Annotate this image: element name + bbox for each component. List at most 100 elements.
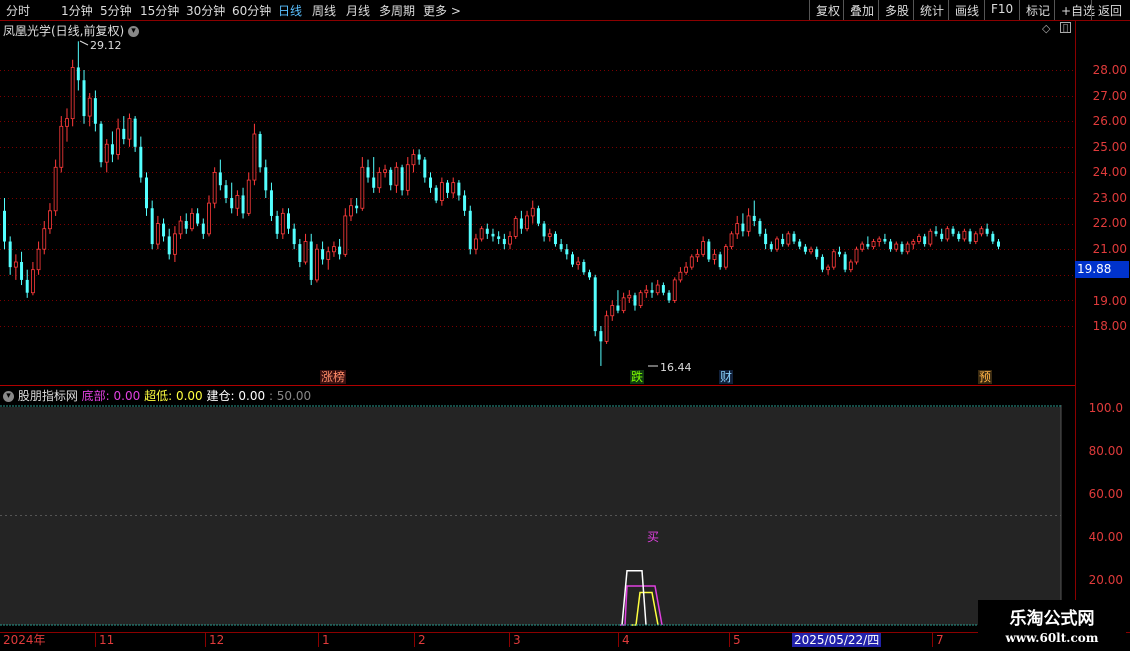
candle — [843, 251, 847, 273]
candle-body — [8, 241, 12, 268]
candle-body — [122, 128, 126, 140]
candle — [207, 195, 211, 237]
candle-body — [843, 254, 847, 270]
candle — [820, 254, 824, 273]
event-marker-forecast[interactable]: 预 — [978, 370, 993, 384]
candle — [411, 149, 416, 173]
candle — [616, 290, 620, 314]
candle-body — [212, 171, 217, 204]
candle — [155, 215, 160, 250]
candle-body — [224, 185, 228, 198]
panel-separator — [0, 385, 1075, 386]
candle-body — [76, 67, 80, 81]
candle — [877, 236, 882, 247]
candle — [911, 238, 916, 250]
diamond-icon[interactable]: ◇ — [1042, 22, 1050, 35]
candle — [707, 238, 711, 262]
candle-body — [411, 154, 416, 166]
event-marker-finance[interactable]: 财 — [719, 370, 734, 384]
candle — [150, 200, 154, 250]
candle-body — [689, 256, 694, 268]
candle — [122, 116, 126, 145]
date-label: 1 — [318, 633, 330, 647]
candle — [530, 200, 535, 224]
candle — [962, 228, 967, 242]
candle-body — [957, 233, 961, 239]
candle — [718, 251, 722, 270]
candle — [405, 157, 410, 196]
candle — [13, 254, 18, 280]
top-border — [0, 20, 1130, 21]
candle-body — [553, 233, 557, 245]
candle — [684, 262, 688, 275]
candle-body — [343, 215, 348, 255]
candle-body — [292, 228, 296, 245]
candle-body — [287, 213, 290, 229]
candle — [292, 223, 296, 250]
candle-body — [468, 210, 472, 250]
candle — [59, 116, 64, 173]
candle-body — [172, 233, 177, 255]
candle-body — [513, 218, 518, 237]
candle-body — [36, 248, 41, 271]
candle-body — [457, 182, 461, 196]
candle-body — [502, 238, 506, 245]
candle-body — [866, 244, 870, 247]
candle — [940, 228, 944, 242]
candle-body — [934, 231, 938, 234]
date-axis: 2024年 11 12 1 2 3 4 5 2025/05/22/四 7 — [0, 632, 1130, 651]
indicator-name[interactable]: 股朋指标网 — [18, 389, 78, 403]
stock-title: 凤凰光学(日线,前复权) — [3, 24, 125, 38]
candle — [638, 290, 643, 309]
candle-body — [633, 295, 637, 306]
candle — [735, 215, 740, 239]
candle — [786, 231, 791, 247]
candle — [775, 236, 779, 252]
candle-body — [439, 182, 444, 201]
candle — [588, 269, 592, 280]
candle — [792, 231, 796, 245]
candle — [230, 182, 234, 214]
event-marker-limit-up[interactable]: 涨榜 — [320, 370, 347, 384]
candle-body — [900, 244, 904, 252]
candle-body — [20, 262, 24, 280]
chevron-down-icon[interactable]: ▾ — [3, 391, 14, 402]
candle — [928, 228, 933, 247]
candle-body — [530, 207, 535, 217]
chevron-down-icon[interactable]: ▾ — [128, 26, 140, 37]
candle — [190, 208, 194, 232]
candle — [860, 241, 865, 252]
event-marker-drop[interactable]: 跌 — [630, 370, 645, 384]
kline-chart[interactable]: 29.12 16.44 买 — [0, 0, 1130, 650]
candle — [474, 233, 478, 255]
candle-body — [729, 233, 734, 248]
candle — [985, 223, 989, 237]
candle-body — [820, 256, 824, 270]
candle — [394, 162, 399, 193]
date-label: 5 — [729, 633, 741, 647]
grid-lines — [0, 70, 1075, 625]
price-axis-label: 28.00 — [1092, 63, 1127, 77]
candle — [372, 157, 376, 193]
candle-body — [678, 271, 683, 281]
candle — [246, 172, 251, 216]
candle-body — [167, 236, 171, 255]
candle-body — [349, 205, 353, 217]
indicator-title-bar: ▾ 股朋指标网 底部: 0.00 超低: 0.00 建仓: 0.00 : 50.… — [3, 387, 311, 404]
candle-body — [991, 233, 995, 242]
candle — [417, 149, 421, 165]
price-axis-label: 24.00 — [1092, 165, 1127, 179]
candle-body — [889, 241, 893, 250]
candle-body — [65, 118, 69, 127]
candle-body — [110, 144, 114, 155]
candle-body — [127, 118, 132, 140]
date-label: 4 — [618, 633, 630, 647]
panel-toggle-icon[interactable]: ▯ — [1060, 22, 1071, 33]
candle — [145, 172, 148, 216]
candle-body — [769, 244, 773, 250]
high-marker-arrow — [79, 40, 89, 46]
candle — [582, 259, 586, 275]
candle-body — [735, 223, 740, 235]
candle — [201, 218, 205, 239]
candle — [894, 241, 899, 252]
